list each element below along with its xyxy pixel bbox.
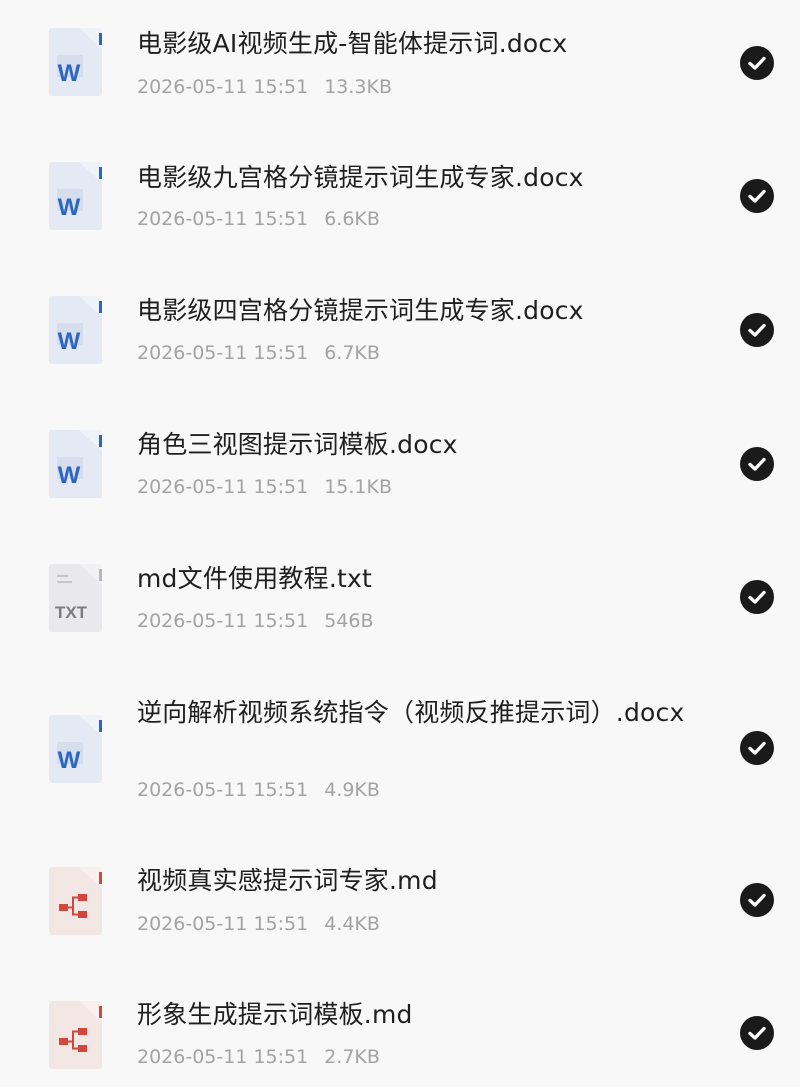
- list-item[interactable]: W 电影级九宫格分镜提示词生成专家.docx 2026-05-11 15:51 6…: [0, 134, 800, 268]
- file-name: 逆向解析视频系统指令（视频反推提示词）.docx: [137, 698, 685, 727]
- markdown-file-icon: [47, 866, 105, 936]
- file-meta: 2026-05-11 15:51 6.6KB: [137, 207, 380, 231]
- list-item[interactable]: W 逆向解析视频系统指令（视频反推提示词）.docx 2026-05-11 15…: [0, 670, 800, 838]
- file-size: 4.4KB: [324, 913, 380, 935]
- word-doc-icon: W: [47, 429, 105, 499]
- file-date: 2026-05-11 15:51: [137, 342, 309, 364]
- file-name: 角色三视图提示词模板.docx: [137, 430, 458, 459]
- svg-text:W: W: [58, 194, 81, 221]
- file-meta: 2026-05-11 15:51 2.7KB: [137, 1045, 380, 1069]
- file-name: 电影级AI视频生成-智能体提示词.docx: [137, 29, 568, 58]
- file-name: md文件使用教程.txt: [137, 564, 372, 593]
- file-size: 6.6KB: [324, 208, 380, 230]
- file-size: 4.9KB: [324, 779, 380, 801]
- svg-text:W: W: [58, 328, 81, 355]
- file-name: 电影级九宫格分镜提示词生成专家.docx: [137, 163, 584, 192]
- file-date: 2026-05-11 15:51: [137, 208, 309, 230]
- word-doc-icon: W: [47, 295, 105, 365]
- file-date: 2026-05-11 15:51: [137, 913, 309, 935]
- file-meta: 2026-05-11 15:51 13.3KB: [137, 75, 392, 99]
- markdown-file-icon: [47, 1000, 105, 1070]
- checkmark-selected-icon[interactable]: [740, 179, 774, 213]
- list-item[interactable]: W 电影级四宫格分镜提示词生成专家.docx 2026-05-11 15:51 6…: [0, 268, 800, 402]
- file-size: 6.7KB: [324, 342, 380, 364]
- file-meta: 2026-05-11 15:51 4.9KB: [137, 778, 380, 802]
- file-date: 2026-05-11 15:51: [137, 779, 309, 801]
- word-doc-icon: W: [47, 161, 105, 231]
- list-item[interactable]: TXT md文件使用教程.txt 2026-05-11 15:51 546B: [0, 536, 800, 670]
- svg-text:TXT: TXT: [55, 603, 88, 622]
- svg-text:W: W: [58, 462, 81, 489]
- file-date: 2026-05-11 15:51: [137, 1046, 309, 1068]
- file-date: 2026-05-11 15:51: [137, 76, 309, 98]
- file-list: W 电影级AI视频生成-智能体提示词.docx 2026-05-11 15:51…: [0, 0, 800, 1087]
- checkmark-selected-icon[interactable]: [740, 731, 774, 765]
- checkmark-selected-icon[interactable]: [740, 46, 774, 80]
- file-meta: 2026-05-11 15:51 6.7KB: [137, 341, 380, 365]
- checkmark-selected-icon[interactable]: [740, 580, 774, 614]
- file-meta: 2026-05-11 15:51 15.1KB: [137, 475, 392, 499]
- file-meta: 2026-05-11 15:51 4.4KB: [137, 912, 380, 936]
- file-size: 2.7KB: [324, 1046, 380, 1068]
- word-doc-icon: W: [47, 27, 105, 97]
- txt-file-icon: TXT: [47, 563, 105, 633]
- file-date: 2026-05-11 15:51: [137, 610, 309, 632]
- file-size: 15.1KB: [324, 476, 393, 498]
- file-name: 形象生成提示词模板.md: [137, 1000, 413, 1029]
- list-item[interactable]: W 电影级AI视频生成-智能体提示词.docx 2026-05-11 15:51…: [0, 0, 800, 134]
- file-meta: 2026-05-11 15:51 546B: [137, 609, 374, 633]
- file-size: 546B: [324, 610, 374, 632]
- list-item[interactable]: 视频真实感提示词专家.md 2026-05-11 15:51 4.4KB: [0, 838, 800, 972]
- checkmark-selected-icon[interactable]: [740, 313, 774, 347]
- svg-text:W: W: [58, 747, 81, 774]
- file-date: 2026-05-11 15:51: [137, 476, 309, 498]
- word-doc-icon: W: [47, 714, 105, 784]
- checkmark-selected-icon[interactable]: [740, 883, 774, 917]
- list-item[interactable]: W 角色三视图提示词模板.docx 2026-05-11 15:51 15.1KB: [0, 402, 800, 536]
- file-name: 视频真实感提示词专家.md: [137, 866, 438, 895]
- svg-text:W: W: [58, 60, 81, 87]
- file-size: 13.3KB: [324, 76, 393, 98]
- checkmark-selected-icon[interactable]: [740, 447, 774, 481]
- checkmark-selected-icon[interactable]: [740, 1016, 774, 1050]
- file-name: 电影级四宫格分镜提示词生成专家.docx: [137, 296, 584, 325]
- list-item[interactable]: 形象生成提示词模板.md 2026-05-11 15:51 2.7KB: [0, 972, 800, 1087]
